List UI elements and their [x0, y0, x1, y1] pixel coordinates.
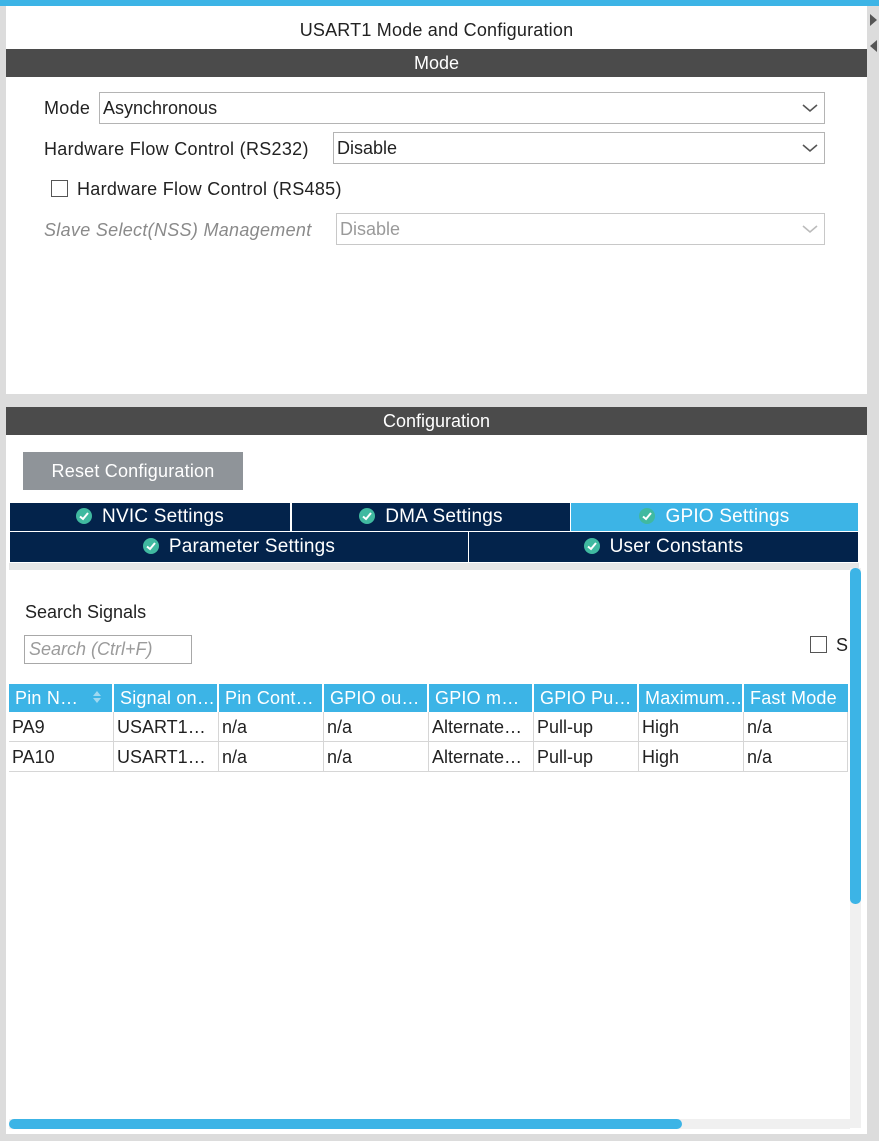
- tab-user-constants[interactable]: User Constants: [469, 532, 858, 562]
- check-circle-icon: [359, 508, 376, 524]
- check-circle-icon: [639, 508, 656, 524]
- table-cell: PA10: [9, 742, 114, 772]
- column-header-label: Pin N…: [15, 688, 79, 708]
- left-frame: [0, 6, 6, 1141]
- column-header-gpio-mode[interactable]: GPIO m…: [429, 684, 534, 712]
- table-cell: Pull-up: [534, 742, 639, 772]
- tab-parameter-settings[interactable]: Parameter Settings: [10, 532, 468, 562]
- mode-label: Mode: [44, 98, 91, 118]
- hw-flow-rs485-label: Hardware Flow Control (RS485): [77, 179, 342, 199]
- usart-config-window: USART1 Mode and Configuration Mode Mode …: [0, 0, 879, 1141]
- table-cell: n/a: [744, 742, 848, 772]
- mode-select[interactable]: Asynchronous: [99, 92, 825, 124]
- column-header-pin-context[interactable]: Pin Cont…: [219, 684, 324, 712]
- hw-flow-rs232-value: Disable: [337, 138, 398, 158]
- hw-flow-rs485-checkbox[interactable]: [51, 180, 68, 197]
- right-frame: [867, 6, 879, 1141]
- hw-flow-rs232-select[interactable]: Disable: [333, 132, 825, 164]
- horizontal-scrollbar-thumb[interactable]: [9, 1119, 682, 1129]
- column-header-fast-mode[interactable]: Fast Mode: [744, 684, 848, 712]
- table-cell: n/a: [744, 712, 848, 742]
- column-header-gpio-pull[interactable]: GPIO Pu…: [534, 684, 639, 712]
- chevron-down-icon: [802, 144, 818, 153]
- column-header-gpio-output[interactable]: GPIO ou…: [324, 684, 429, 712]
- section-divider[interactable]: [6, 394, 867, 407]
- sort-icon[interactable]: [92, 689, 102, 705]
- table-cell: Alternate…: [429, 712, 534, 742]
- column-header-maximum[interactable]: Maximum…: [639, 684, 744, 712]
- check-circle-icon: [583, 538, 600, 554]
- tab-dma-settings[interactable]: DMA Settings: [292, 503, 570, 531]
- check-circle-icon: [142, 538, 159, 554]
- check-circle-icon: [76, 508, 93, 524]
- table-row[interactable]: PA9 USART1… n/a n/a Alternate… Pull-up H…: [9, 712, 848, 742]
- table-cell: Alternate…: [429, 742, 534, 772]
- column-header-signal[interactable]: Signal on…: [114, 684, 219, 712]
- table-cell: PA9: [9, 712, 114, 742]
- vertical-scrollbar-thumb[interactable]: [850, 568, 861, 904]
- mode-select-value: Asynchronous: [103, 98, 218, 118]
- nss-label: Slave Select(NSS) Management: [44, 220, 312, 240]
- panel-collapse-icon[interactable]: [866, 10, 879, 54]
- tab-label: NVIC Settings: [102, 506, 224, 527]
- nss-select: Disable: [336, 213, 825, 245]
- hw-flow-rs232-label: Hardware Flow Control (RS232): [44, 139, 309, 159]
- chevron-down-icon: [802, 225, 818, 234]
- tab-content-border: [9, 563, 859, 570]
- bottom-frame: [0, 1134, 879, 1141]
- reset-configuration-button[interactable]: Reset Configuration: [23, 452, 243, 490]
- tab-label: GPIO Settings: [665, 506, 790, 527]
- table-cell: High: [639, 712, 744, 742]
- mode-section-header: Mode: [6, 49, 867, 77]
- column-header-pin-name[interactable]: Pin N…: [9, 684, 114, 712]
- search-input[interactable]: [24, 635, 192, 664]
- table-header: Pin N… Signal on… Pin Cont… GPIO ou… GPI…: [9, 684, 848, 712]
- table-cell: n/a: [324, 712, 429, 742]
- show-only-modified-checkbox[interactable]: [810, 636, 827, 653]
- table-cell: n/a: [219, 742, 324, 772]
- tab-label: User Constants: [609, 536, 744, 557]
- table-cell: High: [639, 742, 744, 772]
- configuration-section-header: Configuration: [6, 407, 867, 435]
- tab-label: DMA Settings: [385, 506, 503, 527]
- window-title: USART1 Mode and Configuration: [299, 20, 574, 40]
- table-cell: USART1…: [114, 712, 219, 742]
- tab-nvic-settings[interactable]: NVIC Settings: [10, 503, 290, 531]
- table-cell: n/a: [219, 712, 324, 742]
- table-row[interactable]: PA10 USART1… n/a n/a Alternate… Pull-up …: [9, 742, 848, 772]
- show-only-modified-label: S: [836, 635, 849, 655]
- tab-gpio-settings[interactable]: GPIO Settings: [571, 503, 858, 531]
- table-cell: USART1…: [114, 742, 219, 772]
- tab-label: Parameter Settings: [168, 536, 336, 557]
- top-accent-bar: [0, 0, 879, 6]
- chevron-down-icon: [802, 104, 818, 113]
- nss-value: Disable: [340, 219, 401, 239]
- table-cell: Pull-up: [534, 712, 639, 742]
- table-cell: n/a: [324, 742, 429, 772]
- search-signals-label: Search Signals: [25, 602, 147, 622]
